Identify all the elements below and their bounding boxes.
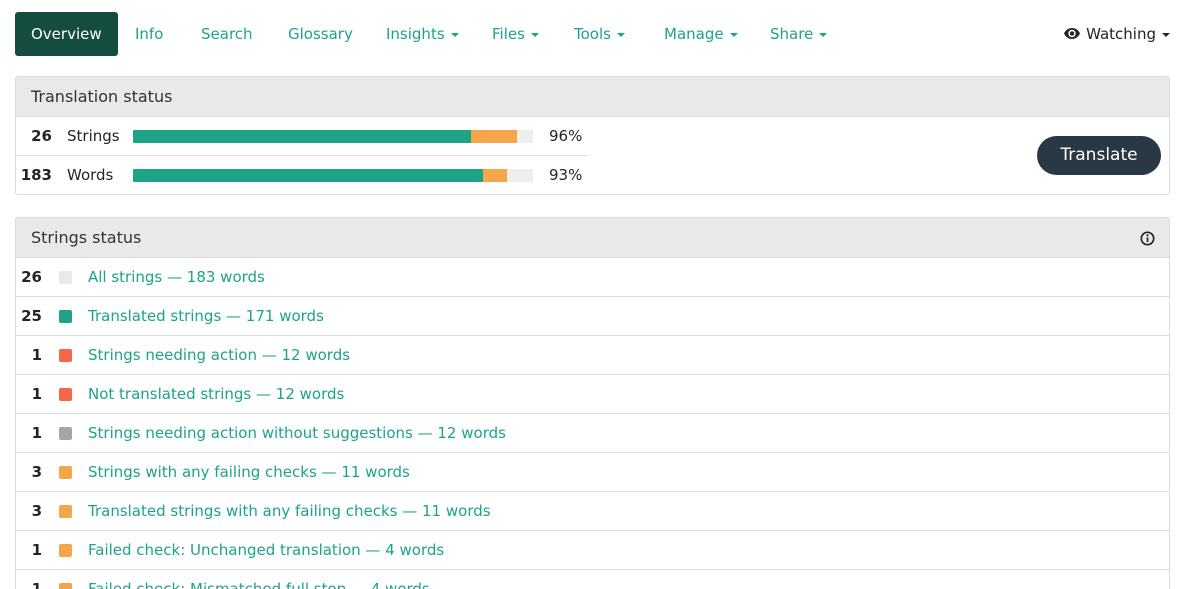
status-filter-link[interactable]: Strings with any failing checks — 11 wor…	[88, 453, 410, 491]
list-item: 3 Strings with any failing checks — 11 wo…	[16, 453, 1169, 492]
words-percent: 93%	[549, 166, 583, 184]
strings-progress-row: 26 Strings 96%	[16, 117, 587, 156]
strings-percent: 96%	[549, 127, 583, 145]
status-filter-link[interactable]: All strings — 183 words	[88, 258, 265, 296]
status-count: 3	[31, 463, 42, 481]
list-item: 1 Strings needing action — 12 words	[16, 336, 1169, 375]
list-item: 3 Translated strings with any failing che…	[16, 492, 1169, 531]
translation-status-panel: Translation status 26 Strings 96% 183 Wo…	[15, 76, 1170, 195]
status-filter-link[interactable]: Strings needing action without suggestio…	[88, 414, 506, 452]
tab-tools[interactable]: Tools	[574, 12, 625, 56]
translated-segment	[133, 130, 471, 143]
list-item: 1 Not translated strings — 12 words	[16, 375, 1169, 414]
strings-status-panel: Strings status 26 All strings — 183 words…	[15, 217, 1170, 589]
status-count: 1	[31, 541, 42, 559]
status-color-swatch	[59, 310, 72, 323]
panel-header: Strings status	[16, 218, 1169, 258]
status-color-swatch	[59, 583, 72, 589]
words-progress-row: 183 Words 93%	[16, 156, 587, 194]
watch-label: Watching	[1086, 25, 1156, 43]
status-count: 25	[21, 307, 42, 325]
strings-progress-bar	[133, 130, 533, 143]
caret-down-icon	[729, 32, 738, 37]
tab-label: Glossary	[288, 25, 353, 43]
caret-down-icon	[450, 32, 459, 37]
list-item: 26 All strings — 183 words	[16, 258, 1169, 297]
tab-label: Overview	[31, 25, 102, 43]
strings-status-list: 26 All strings — 183 words 25 Translated st…	[16, 258, 1169, 589]
info-icon[interactable]	[1140, 231, 1155, 246]
status-filter-link[interactable]: Not translated strings — 12 words	[88, 375, 344, 413]
status-filter-link[interactable]: Failed check: Mismatched full stop — 4 w…	[88, 570, 430, 589]
tab-insights[interactable]: Insights	[386, 12, 459, 56]
warning-segment	[483, 169, 507, 182]
tab-search[interactable]: Search	[201, 12, 253, 56]
list-item: 25 Translated strings — 171 words	[16, 297, 1169, 336]
list-item: 1 Failed check: Mismatched full stop — 4 …	[16, 570, 1169, 589]
main-nav: Overview Info Search Glossary Insights F…	[15, 12, 1170, 56]
status-count: 1	[31, 346, 42, 364]
panel-title: Strings status	[31, 228, 142, 247]
tab-label: Share	[770, 25, 814, 43]
status-count: 26	[21, 268, 42, 286]
words-progress-bar	[133, 169, 533, 182]
caret-down-icon	[819, 32, 828, 37]
status-count: 1	[31, 424, 42, 442]
tab-manage[interactable]: Manage	[664, 12, 738, 56]
strings-count: 26	[31, 127, 52, 145]
tab-label: Insights	[386, 25, 445, 43]
status-filter-link[interactable]: Strings needing action — 12 words	[88, 336, 350, 374]
status-color-swatch	[59, 388, 72, 401]
tab-glossary[interactable]: Glossary	[288, 12, 353, 56]
status-color-swatch	[59, 349, 72, 362]
tab-label: Files	[492, 25, 525, 43]
status-filter-link[interactable]: Translated strings — 171 words	[88, 297, 324, 335]
words-label: Words	[67, 166, 114, 184]
watch-dropdown[interactable]: Watching	[1064, 12, 1170, 56]
list-item: 1 Failed check: Unchanged translation — 4…	[16, 531, 1169, 570]
translate-button[interactable]: Translate	[1037, 136, 1161, 175]
status-count: 1	[31, 580, 42, 589]
list-item: 1 Strings needing action without suggesti…	[16, 414, 1169, 453]
panel-title: Translation status	[16, 77, 1169, 117]
tab-info[interactable]: Info	[135, 12, 163, 56]
caret-down-icon	[616, 32, 625, 37]
status-color-swatch	[59, 505, 72, 518]
status-color-swatch	[59, 271, 72, 284]
tab-overview[interactable]: Overview	[15, 12, 118, 56]
status-count: 1	[31, 385, 42, 403]
tab-label: Manage	[664, 25, 724, 43]
strings-label: Strings	[67, 127, 120, 145]
tab-label: Search	[201, 25, 253, 43]
translated-segment	[133, 169, 483, 182]
status-filter-link[interactable]: Translated strings with any failing chec…	[88, 492, 491, 530]
eye-icon	[1064, 28, 1081, 39]
status-count: 3	[31, 502, 42, 520]
words-count: 183	[20, 166, 52, 184]
caret-down-icon	[1162, 32, 1170, 37]
tab-label: Info	[135, 25, 164, 43]
status-color-swatch	[59, 466, 72, 479]
warning-segment	[471, 130, 517, 143]
caret-down-icon	[530, 32, 539, 37]
status-color-swatch	[59, 544, 72, 557]
tab-share[interactable]: Share	[770, 12, 828, 56]
tab-label: Tools	[574, 25, 611, 43]
status-filter-link[interactable]: Failed check: Unchanged translation — 4 …	[88, 531, 444, 569]
tab-files[interactable]: Files	[492, 12, 539, 56]
status-color-swatch	[59, 427, 72, 440]
